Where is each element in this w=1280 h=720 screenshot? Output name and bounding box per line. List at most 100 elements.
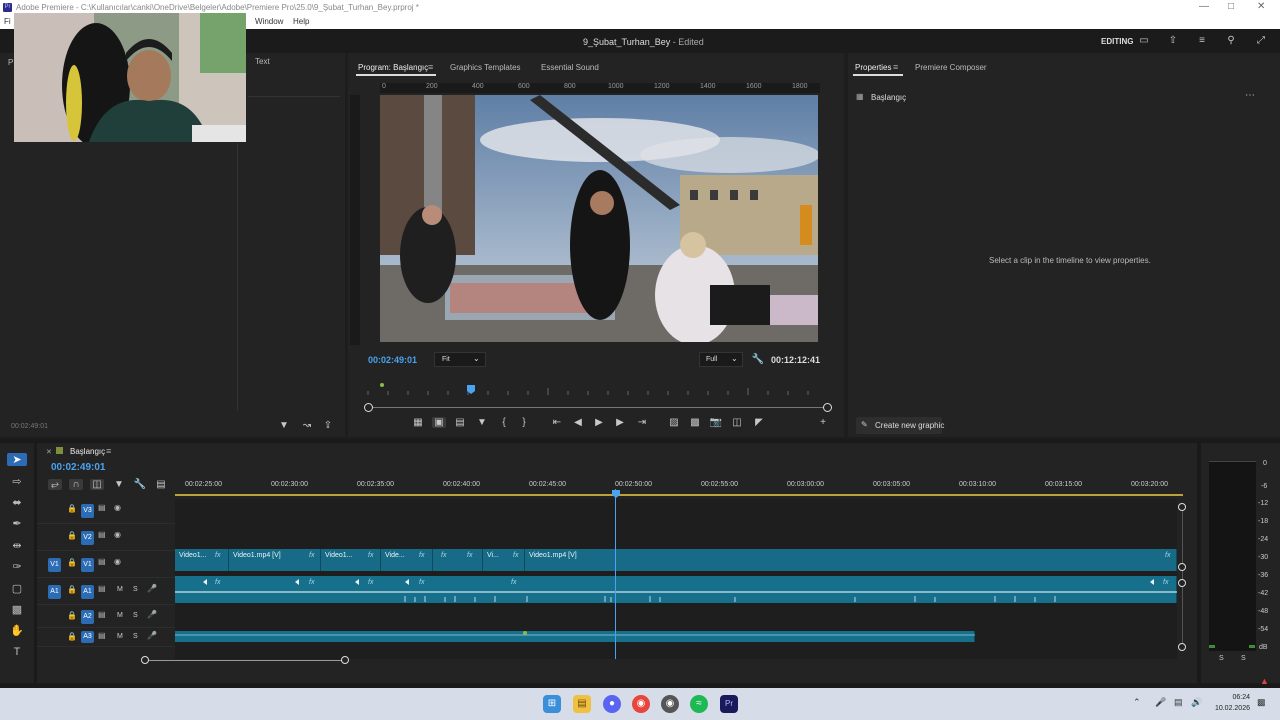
scrollbar-handle-right[interactable]	[341, 656, 349, 664]
rectangle-tool-icon[interactable]: ▢	[7, 582, 27, 595]
step-forward-icon[interactable]: ▶	[613, 417, 627, 428]
comparison-view-icon[interactable]: ◫	[730, 417, 744, 428]
menu-help[interactable]: Help	[293, 17, 309, 26]
tab-properties[interactable]: Properties	[855, 63, 891, 72]
tab-menu-icon[interactable]: ≡	[893, 62, 898, 72]
file-explorer-icon[interactable]: ▤	[573, 695, 591, 713]
tab-premiere-composer[interactable]: Premiere Composer	[915, 63, 987, 72]
tab-program[interactable]: Program: Başlangıç	[358, 63, 428, 72]
discord-icon[interactable]: ●	[603, 695, 621, 713]
sync-lock-icon[interactable]: ▤	[98, 610, 106, 619]
export-icon[interactable]: ⇧	[1166, 35, 1180, 46]
mark-out-icon[interactable]: }	[517, 417, 531, 428]
type-tool-icon[interactable]: T	[7, 646, 27, 658]
ripple-edit-tool-icon[interactable]: ⬌	[7, 496, 27, 509]
mute-button[interactable]: M	[117, 612, 123, 619]
chevron-up-icon[interactable]: ⌃	[1133, 697, 1141, 708]
track-content-area[interactable]: Video1... fx Video1.mp4 [V] fx Video1...…	[175, 489, 1177, 659]
add-marker-icon[interactable]: ▼	[112, 479, 126, 490]
safe-margins-icon[interactable]: ▣	[432, 417, 446, 428]
video-preview[interactable]	[380, 95, 818, 342]
go-to-in-icon[interactable]: ⇤	[550, 417, 564, 428]
spotify-icon[interactable]: ≈	[690, 695, 708, 713]
microphone-icon[interactable]: 🎤	[147, 584, 157, 593]
timeline-timecode[interactable]: 00:02:49:01	[51, 462, 105, 473]
microphone-icon[interactable]: 🎤	[1155, 697, 1166, 708]
scrollbar-handle-left[interactable]	[141, 656, 149, 664]
lock-icon[interactable]: 🔒	[67, 611, 77, 620]
step-back-icon[interactable]: ◀	[571, 417, 585, 428]
export-frame-icon[interactable]: 📷	[709, 417, 723, 428]
warning-icon[interactable]: ▲	[1260, 676, 1269, 686]
scrollbar-handle-left[interactable]	[364, 403, 373, 412]
panel-layout-icon[interactable]: ▭	[1137, 35, 1151, 46]
playhead-line[interactable]	[615, 489, 616, 659]
tab-menu-icon[interactable]: ≡	[106, 446, 111, 456]
linked-selection-icon[interactable]: ◫	[90, 479, 104, 490]
generative-tool-icon[interactable]: ▩	[7, 603, 27, 616]
snap-icon[interactable]: ∩	[69, 479, 83, 490]
sync-lock-icon[interactable]: ▤	[98, 557, 106, 566]
selection-tool-icon[interactable]: ➤	[7, 453, 27, 466]
tab-graphics-templates[interactable]: Graphics Templates	[450, 63, 521, 72]
audio-clip-a1[interactable]: fx fx fx fx fx fx	[175, 576, 1177, 603]
text-tab[interactable]: Text	[255, 57, 270, 66]
eye-icon[interactable]: ◉	[114, 530, 121, 539]
eye-icon[interactable]: ◉	[114, 557, 121, 566]
zoom-scrollbar[interactable]	[364, 403, 832, 412]
solo-button[interactable]: S	[133, 633, 138, 640]
lift-clip-icon[interactable]: ▨	[667, 417, 681, 428]
more-options-icon[interactable]: ⋯	[1245, 90, 1255, 101]
track-target-a3[interactable]: A3	[81, 631, 94, 643]
button-editor-icon[interactable]: +	[816, 417, 830, 428]
minimize-icon[interactable]: —	[1199, 1, 1209, 12]
lock-icon[interactable]: 🔒	[67, 632, 77, 641]
maximize-icon[interactable]: □	[1228, 1, 1234, 12]
share-icon[interactable]: ⇪	[321, 420, 335, 431]
timeline-vertical-scrollbar[interactable]	[1177, 503, 1189, 653]
video-clip[interactable]: Vi... fx	[483, 549, 525, 571]
fit-dropdown[interactable]: Fit ⌄	[434, 352, 486, 367]
pen-tool-icon[interactable]: ✑	[7, 560, 27, 573]
track-select-tool-icon[interactable]: ⇨	[7, 475, 27, 488]
left-panel-tab-partial[interactable]: P	[8, 58, 13, 67]
chrome-alt-icon[interactable]: ◉	[661, 695, 679, 713]
timeline-ruler[interactable]: 00:02:25:00 00:02:30:00 00:02:35:00 00:0…	[175, 477, 1183, 499]
notification-icon[interactable]: ▩	[1257, 697, 1266, 708]
track-target-v3[interactable]: V3	[81, 504, 94, 518]
monitor-mini-ruler[interactable]	[364, 383, 828, 395]
razor-tool-icon[interactable]: ✒	[7, 517, 27, 530]
sync-lock-icon[interactable]: ▤	[98, 530, 106, 539]
meter-solo-button[interactable]: S	[1241, 655, 1246, 662]
eye-icon[interactable]: ◉	[114, 503, 121, 512]
quality-dropdown[interactable]: Full ⌄	[699, 352, 743, 367]
nest-toggle-icon[interactable]: ⥂	[48, 479, 62, 490]
mark-in-icon[interactable]: {	[497, 417, 511, 428]
lift-icon[interactable]: ▤	[453, 417, 467, 428]
video-clip[interactable]: fx fx	[433, 549, 483, 571]
video-clip[interactable]: Video1... fx	[321, 549, 381, 571]
windows-icon[interactable]: ⊞	[543, 695, 561, 713]
menu-window[interactable]: Window	[255, 17, 283, 26]
sync-lock-icon[interactable]: ▤	[98, 503, 106, 512]
track-target-a2[interactable]: A2	[81, 610, 94, 624]
taskbar-date[interactable]: 10.02.2026	[1204, 705, 1250, 712]
microphone-icon[interactable]: 🎤	[147, 631, 157, 640]
wrench-icon[interactable]: 🔧	[751, 354, 765, 365]
sync-lock-icon[interactable]: ▤	[98, 631, 106, 640]
sync-lock-icon[interactable]: ▤	[98, 584, 106, 593]
solo-button[interactable]: S	[133, 586, 138, 593]
timeline-sequence-tab[interactable]: Başlangıç	[70, 447, 105, 456]
chrome-icon[interactable]: ◉	[632, 695, 650, 713]
track-target-v1[interactable]: V1	[81, 558, 94, 572]
hand-tool-icon[interactable]: ✋	[7, 624, 27, 637]
scrollbar-handle[interactable]	[1178, 643, 1186, 651]
taskbar-time[interactable]: 06:24	[1212, 694, 1250, 701]
markers-grid-icon[interactable]: ▦	[411, 417, 425, 428]
add-marker-icon[interactable]: ▼	[475, 417, 489, 428]
menu-file[interactable]: Fi	[4, 17, 11, 26]
lock-icon[interactable]: 🔒	[67, 558, 77, 567]
link-icon[interactable]: ↝	[300, 420, 314, 431]
workspace-label[interactable]: EDITING	[1101, 37, 1133, 46]
track-target-v2[interactable]: V2	[81, 531, 94, 545]
